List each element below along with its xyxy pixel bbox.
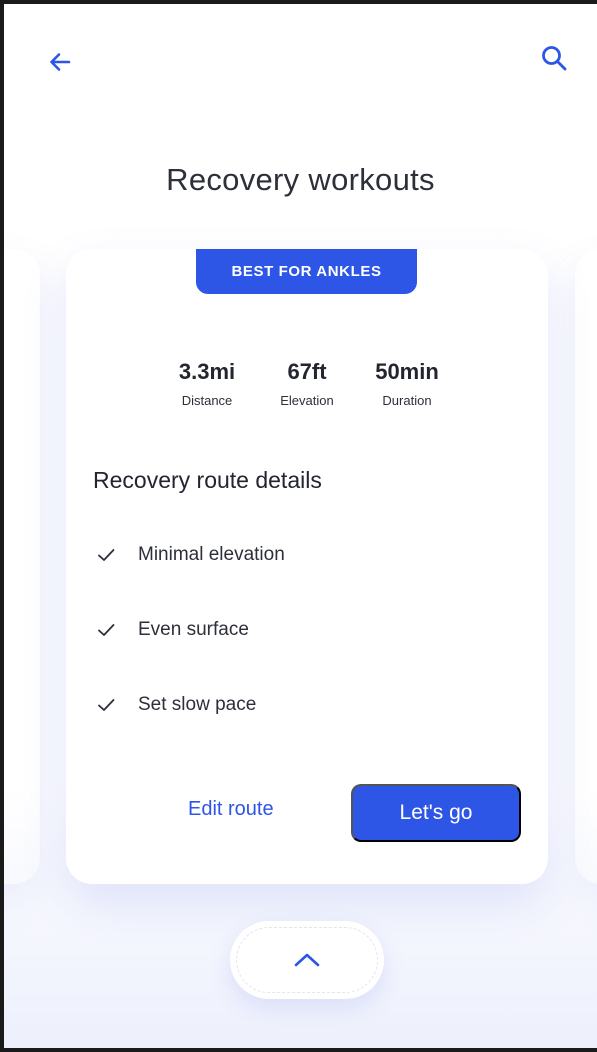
list-item-label: Even surface (138, 619, 249, 640)
list-item-label: Minimal elevation (138, 544, 285, 565)
check-icon (96, 545, 116, 565)
list-item: Minimal elevation (96, 539, 285, 571)
stat-value: 50min (375, 359, 439, 384)
stats-row: 3.3mi Distance 67ft Elevation 50min Dura… (66, 359, 548, 408)
list-item-label: Set slow pace (138, 694, 257, 715)
previous-card[interactable] (4, 249, 40, 884)
stat-value: 67ft (287, 359, 327, 384)
screen: Recovery workouts BEST FOR ANKLES 3.3mi … (4, 4, 597, 1048)
workout-card: BEST FOR ANKLES 3.3mi Distance 67ft Elev… (66, 249, 548, 884)
back-button[interactable] (40, 42, 80, 82)
stat-duration: 50min Duration (357, 359, 457, 408)
lets-go-button[interactable]: Let's go (351, 784, 521, 842)
expand-button[interactable] (230, 921, 384, 999)
check-icon (96, 620, 116, 640)
details-title: Recovery route details (93, 467, 322, 493)
chevron-up-icon (294, 953, 320, 967)
card-tag: BEST FOR ANKLES (196, 249, 417, 294)
arrow-left-icon (50, 53, 71, 71)
search-icon (542, 46, 567, 71)
stat-label: Distance (181, 393, 233, 408)
stat-value: 3.3mi (178, 359, 236, 384)
check-icon (96, 695, 116, 715)
list-item: Even surface (96, 614, 285, 646)
next-card[interactable] (575, 249, 597, 884)
stat-elevation: 67ft Elevation (257, 359, 357, 408)
details-list: Minimal elevation Even surface Set slow … (96, 539, 285, 764)
stat-label: Elevation (280, 393, 334, 408)
list-item: Set slow pace (96, 689, 285, 721)
stat-distance: 3.3mi Distance (157, 359, 257, 408)
edit-route-button[interactable]: Edit route (188, 798, 274, 821)
stat-label: Duration (382, 393, 432, 408)
search-button[interactable] (534, 38, 574, 78)
page-title: Recovery workouts (166, 162, 435, 197)
